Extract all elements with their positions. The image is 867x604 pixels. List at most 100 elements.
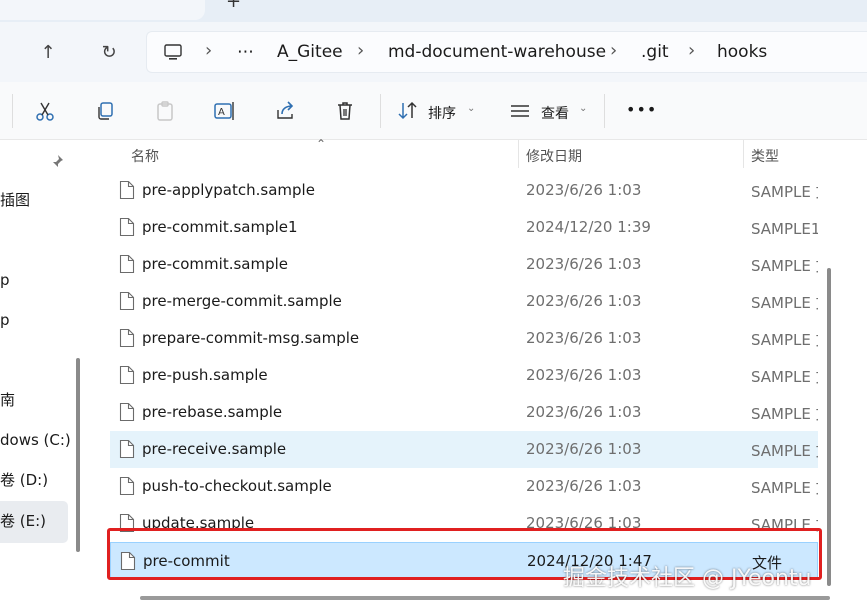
file-modified-date: 2023/6/26 1:03: [526, 477, 642, 495]
sidebar-item-pictures[interactable]: 插图: [0, 182, 30, 218]
file-icon: [119, 402, 135, 426]
address-bar[interactable]: › ⋯ A_Gitee › md-document-warehouse › .g…: [146, 31, 867, 73]
tab-strip: ✕ +: [0, 0, 867, 22]
sort-ascending-icon: ⌃: [316, 137, 327, 151]
chevron-right-icon[interactable]: ›: [357, 40, 364, 61]
file-type: SAMPLE 文件: [751, 294, 818, 312]
file-name: prepare-commit-msg.sample: [142, 329, 360, 347]
copy-icon[interactable]: [90, 96, 120, 126]
toolbar-divider: [604, 94, 605, 128]
chevron-right-icon[interactable]: ›: [688, 40, 695, 61]
file-modified-date: 2023/6/26 1:03: [526, 181, 642, 199]
file-name: pre-receive.sample: [142, 440, 287, 458]
breadcrumb-git[interactable]: .git: [641, 42, 669, 62]
delete-icon[interactable]: [330, 96, 360, 126]
navigation-pane: 插图 p p 南 dows (C:) 卷 (D:) 卷 (E:): [0, 140, 90, 604]
sidebar-item-drive-c[interactable]: dows (C:): [0, 422, 71, 458]
column-divider[interactable]: [743, 140, 744, 168]
file-icon: [119, 476, 135, 500]
horizontal-scrollbar[interactable]: [140, 596, 830, 600]
file-type: SAMPLE 文件: [751, 368, 818, 386]
chevron-right-icon[interactable]: ›: [610, 40, 617, 61]
command-toolbar: A 排序 ⌄ 查看 ⌄ •••: [0, 82, 867, 140]
more-options-button[interactable]: •••: [626, 100, 657, 119]
paste-icon[interactable]: [150, 96, 180, 126]
chevron-right-icon[interactable]: ›: [205, 40, 212, 61]
file-modified-date: 2024/12/20 1:39: [526, 218, 651, 236]
chevron-down-icon[interactable]: ⌄: [579, 103, 587, 114]
toolbar-divider: [380, 94, 381, 128]
cut-icon[interactable]: [30, 96, 60, 126]
file-icon: [119, 254, 135, 278]
file-modified-date: 2023/6/26 1:03: [526, 329, 642, 347]
column-header-name[interactable]: 名称: [131, 146, 159, 166]
new-tab-button[interactable]: +: [226, 0, 241, 12]
up-arrow-icon[interactable]: ↑: [35, 39, 61, 65]
vertical-scrollbar[interactable]: [827, 268, 831, 586]
file-modified-date: 2023/6/26 1:03: [526, 440, 642, 458]
column-divider[interactable]: [518, 140, 519, 168]
file-row[interactable]: pre-receive.sample 2023/6/26 1:03 SAMPLE 文…: [110, 431, 818, 468]
toolbar-divider: [12, 94, 13, 128]
file-name: pre-push.sample: [142, 366, 268, 384]
file-type: SAMPLE 文件: [751, 442, 818, 460]
file-explorer-window: ✕ + ↑ ↻ › ⋯ A_Gitee › md-document-wareho…: [0, 0, 867, 604]
sidebar-item[interactable]: p: [0, 302, 10, 338]
computer-icon[interactable]: [163, 42, 183, 66]
file-icon: [119, 328, 135, 352]
file-icon: [119, 365, 135, 389]
tab-active[interactable]: ✕: [0, 0, 205, 20]
file-icon: [119, 439, 135, 463]
chevron-down-icon[interactable]: ⌄: [467, 103, 475, 114]
breadcrumb-overflow[interactable]: ⋯: [237, 42, 254, 62]
file-type: SAMPLE1 文件: [751, 220, 818, 238]
file-row[interactable]: pre-commit.sample 2023/6/26 1:03 SAMPLE 文件: [110, 246, 818, 283]
view-icon[interactable]: [505, 96, 535, 126]
share-icon[interactable]: [270, 96, 300, 126]
refresh-icon[interactable]: ↻: [96, 39, 122, 65]
column-header-date[interactable]: 修改日期: [526, 146, 582, 166]
file-type: SAMPLE 文件: [751, 479, 818, 497]
file-modified-date: 2023/6/26 1:03: [526, 366, 642, 384]
sidebar-item-drive-e[interactable]: 卷 (E:): [0, 503, 46, 539]
sort-icon[interactable]: [393, 96, 423, 126]
file-name: pre-commit.sample1: [142, 218, 298, 236]
file-name: pre-applypatch.sample: [142, 181, 315, 199]
file-icon: [119, 217, 135, 241]
file-type: SAMPLE 文件: [751, 405, 818, 423]
sidebar-item-pc[interactable]: 南: [0, 382, 15, 418]
breadcrumb-hooks[interactable]: hooks: [717, 42, 767, 62]
svg-text:A: A: [218, 107, 225, 118]
watermark-text: 掘金技术社区 @ JYeontu: [563, 566, 812, 591]
file-row[interactable]: pre-merge-commit.sample 2023/6/26 1:03 SAM…: [110, 283, 818, 320]
file-name: pre-commit.sample: [142, 255, 289, 273]
breadcrumb-md-document-warehouse[interactable]: md-document-warehouse: [388, 42, 606, 62]
file-type: SAMPLE 文件: [751, 257, 818, 275]
file-row[interactable]: pre-rebase.sample 2023/6/26 1:03 SAMPLE 文件: [110, 394, 818, 431]
file-type: SAMPLE 文件: [751, 183, 818, 201]
file-name: pre-rebase.sample: [142, 403, 283, 421]
rename-icon[interactable]: A: [210, 96, 240, 126]
column-header-type[interactable]: 类型: [751, 146, 779, 166]
pin-icon[interactable]: [50, 153, 64, 172]
sidebar-item[interactable]: p: [0, 262, 10, 298]
file-row[interactable]: pre-commit.sample1 2024/12/20 1:39 SAMPLE1…: [110, 209, 818, 246]
file-row[interactable]: prepare-commit-msg.sample 2023/6/26 1:03 S…: [110, 320, 818, 357]
file-modified-date: 2023/6/26 1:03: [526, 255, 642, 273]
file-modified-date: 2023/6/26 1:03: [526, 292, 642, 310]
file-icon: [119, 291, 135, 315]
sidebar-scrollbar[interactable]: [76, 358, 80, 552]
file-row[interactable]: pre-push.sample 2023/6/26 1:03 SAMPLE 文件: [110, 357, 818, 394]
file-row[interactable]: pre-applypatch.sample 2023/6/26 1:03 SAMPL…: [110, 172, 818, 209]
sidebar-item-drive-d[interactable]: 卷 (D:): [0, 462, 48, 498]
file-row[interactable]: push-to-checkout.sample 2023/6/26 1:03 SAM…: [110, 468, 818, 505]
view-button[interactable]: 查看: [541, 103, 569, 123]
breadcrumb-a-gitee[interactable]: A_Gitee: [277, 42, 343, 62]
navigation-bar: ↑ ↻ › ⋯ A_Gitee › md-document-warehouse …: [0, 22, 867, 82]
file-modified-date: 2023/6/26 1:03: [526, 403, 642, 421]
sort-button[interactable]: 排序: [428, 103, 456, 123]
file-icon: [119, 180, 135, 204]
file-list: 名称 ⌃ 修改日期 类型 pre-applypatch.sample 2023/6…: [90, 137, 867, 604]
file-name: pre-merge-commit.sample: [142, 292, 342, 310]
file-name: push-to-checkout.sample: [142, 477, 332, 495]
